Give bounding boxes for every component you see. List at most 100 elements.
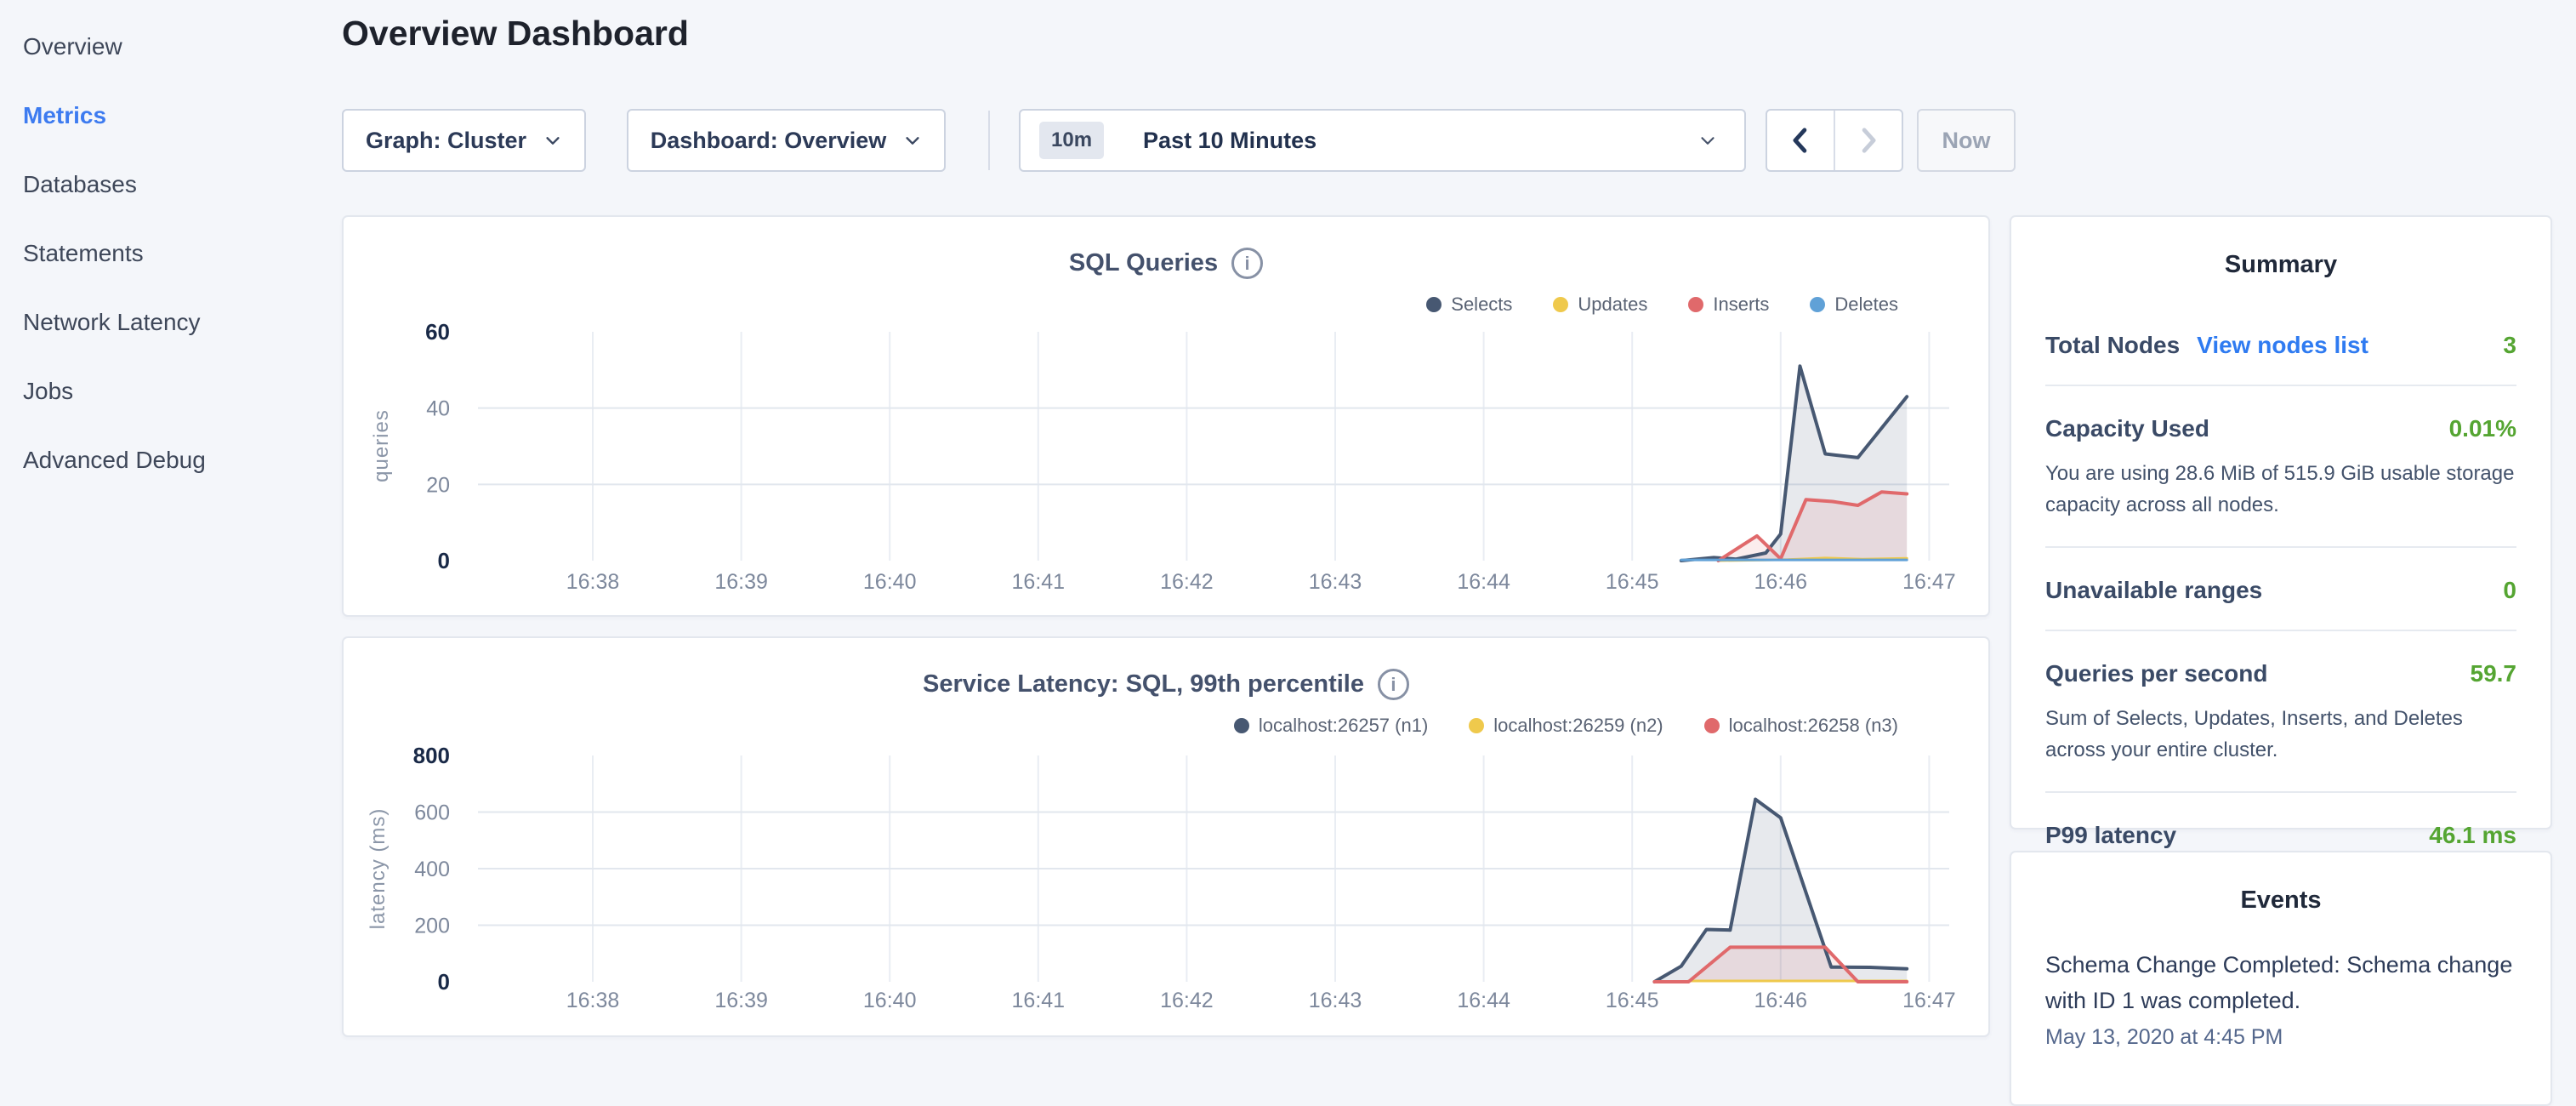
time-range-label: Past 10 Minutes — [1143, 128, 1680, 154]
sql-queries-chart-card: SQL Queries i Selects Updates Inserts Delet… — [342, 215, 1990, 617]
svg-text:16:42: 16:42 — [1160, 570, 1214, 594]
legend-dot-icon — [1704, 718, 1720, 733]
legend-dot-icon — [1810, 297, 1825, 312]
svg-text:16:40: 16:40 — [863, 570, 917, 594]
now-button-label: Now — [1942, 128, 1991, 154]
legend-label: localhost:26259 (n2) — [1493, 715, 1663, 737]
chevron-left-icon — [1788, 126, 1813, 155]
sql-queries-chart-title: SQL Queries i — [344, 248, 1988, 279]
qps-label: Queries per second — [2045, 660, 2267, 687]
graph-selector-label: Graph: Cluster — [366, 128, 526, 154]
summary-divider — [2045, 630, 2516, 631]
graph-selector-dropdown[interactable]: Graph: Cluster — [342, 109, 586, 172]
event-message[interactable]: Schema Change Completed: Schema change w… — [2045, 947, 2516, 1018]
legend-label: localhost:26257 (n1) — [1259, 715, 1428, 737]
sidebar-item-metrics[interactable]: Metrics — [0, 81, 340, 150]
summary-panel: Summary Total Nodes View nodes list 3 Ca… — [2010, 215, 2552, 830]
unavailable-ranges-value: 0 — [2503, 577, 2516, 604]
info-icon[interactable]: i — [1378, 669, 1409, 700]
summary-row-p99: P99 latency 46.1 ms — [2045, 822, 2516, 849]
events-panel: Events Schema Change Completed: Schema c… — [2010, 851, 2552, 1106]
svg-text:40: 40 — [426, 397, 450, 421]
svg-text:16:39: 16:39 — [714, 989, 768, 1012]
svg-text:16:43: 16:43 — [1309, 570, 1362, 594]
sidebar-item-jobs[interactable]: Jobs — [0, 356, 340, 425]
legend-item[interactable]: Selects — [1426, 294, 1512, 316]
svg-text:16:38: 16:38 — [566, 570, 620, 594]
time-range-dropdown[interactable]: 10m Past 10 Minutes — [1019, 109, 1746, 172]
summary-divider — [2045, 791, 2516, 793]
svg-text:400: 400 — [414, 858, 450, 881]
chart-title-text: SQL Queries — [1069, 249, 1218, 277]
svg-text:16:39: 16:39 — [714, 570, 768, 594]
chart-title-text: Service Latency: SQL, 99th percentile — [923, 670, 1364, 698]
sidebar-item-databases[interactable]: Databases — [0, 150, 340, 219]
svg-text:16:47: 16:47 — [1902, 570, 1956, 594]
dashboard-selector-dropdown[interactable]: Dashboard: Overview — [627, 109, 946, 172]
qps-value: 59.7 — [2471, 660, 2517, 687]
svg-text:16:44: 16:44 — [1457, 570, 1510, 594]
legend-dot-icon — [1688, 297, 1703, 312]
sidebar: Overview Metrics Databases Statements Ne… — [0, 12, 340, 494]
sidebar-item-overview[interactable]: Overview — [0, 12, 340, 81]
legend-item[interactable]: localhost:26258 (n3) — [1704, 715, 1898, 737]
summary-divider — [2045, 546, 2516, 548]
svg-text:20: 20 — [426, 473, 450, 497]
chevron-down-icon — [903, 131, 922, 150]
info-icon[interactable]: i — [1231, 248, 1263, 279]
summary-title: Summary — [2045, 251, 2516, 279]
time-prev-button[interactable] — [1767, 111, 1834, 170]
unavailable-ranges-label: Unavailable ranges — [2045, 577, 2262, 604]
svg-text:0: 0 — [438, 548, 450, 573]
legend-dot-icon — [1469, 718, 1484, 733]
chevron-down-icon — [543, 131, 562, 150]
now-button[interactable]: Now — [1917, 109, 2016, 172]
event-timestamp: May 13, 2020 at 4:45 PM — [2045, 1025, 2516, 1050]
p99-latency-value: 46.1 ms — [2429, 822, 2516, 849]
time-step-group — [1766, 109, 1903, 172]
legend-item[interactable]: Inserts — [1688, 294, 1769, 316]
svg-text:16:47: 16:47 — [1902, 989, 1956, 1012]
legend-item[interactable]: localhost:26257 (n1) — [1234, 715, 1428, 737]
qps-description: Sum of Selects, Updates, Inserts, and De… — [2045, 703, 2516, 766]
svg-text:0: 0 — [438, 969, 450, 995]
p99-latency-label: P99 latency — [2045, 822, 2176, 849]
svg-text:16:38: 16:38 — [566, 989, 620, 1012]
legend-label: Deletes — [1834, 294, 1898, 316]
time-next-button[interactable] — [1835, 111, 1902, 170]
chart-legend: localhost:26257 (n1) localhost:26259 (n2)… — [1234, 715, 1898, 737]
svg-text:16:46: 16:46 — [1754, 989, 1808, 1012]
sidebar-item-advanced-debug[interactable]: Advanced Debug — [0, 425, 340, 494]
chart-legend: Selects Updates Inserts Deletes — [1426, 294, 1898, 316]
view-nodes-list-link[interactable]: View nodes list — [2197, 332, 2368, 359]
legend-item[interactable]: localhost:26259 (n2) — [1469, 715, 1663, 737]
sidebar-item-statements[interactable]: Statements — [0, 219, 340, 288]
svg-text:16:44: 16:44 — [1457, 989, 1510, 1012]
legend-label: Updates — [1578, 294, 1647, 316]
events-title: Events — [2045, 887, 2516, 915]
svg-text:16:41: 16:41 — [1012, 989, 1066, 1012]
legend-label: localhost:26258 (n3) — [1729, 715, 1898, 737]
legend-item[interactable]: Deletes — [1810, 294, 1898, 316]
legend-dot-icon — [1234, 718, 1249, 733]
summary-row-total-nodes: Total Nodes View nodes list 3 — [2045, 332, 2516, 359]
sidebar-item-network-latency[interactable]: Network Latency — [0, 288, 340, 356]
legend-dot-icon — [1426, 297, 1442, 312]
capacity-used-label: Capacity Used — [2045, 415, 2209, 442]
legend-label: Inserts — [1713, 294, 1769, 316]
svg-text:16:45: 16:45 — [1606, 989, 1659, 1012]
capacity-used-value: 0.01% — [2449, 415, 2516, 442]
total-nodes-label: Total Nodes — [2045, 332, 2180, 359]
total-nodes-value: 3 — [2503, 332, 2516, 359]
page-title: Overview Dashboard — [342, 14, 689, 54]
svg-text:600: 600 — [414, 801, 450, 825]
summary-row-qps: Queries per second 59.7 — [2045, 660, 2516, 687]
chevron-right-icon — [1856, 126, 1881, 155]
legend-item[interactable]: Updates — [1553, 294, 1647, 316]
svg-text:16:42: 16:42 — [1160, 989, 1214, 1012]
svg-text:16:40: 16:40 — [863, 989, 917, 1012]
svg-text:16:41: 16:41 — [1012, 570, 1066, 594]
service-latency-chart-card: Service Latency: SQL, 99th percentile i … — [342, 636, 1990, 1037]
toolbar-divider — [988, 111, 990, 170]
summary-row-capacity: Capacity Used 0.01% — [2045, 415, 2516, 442]
